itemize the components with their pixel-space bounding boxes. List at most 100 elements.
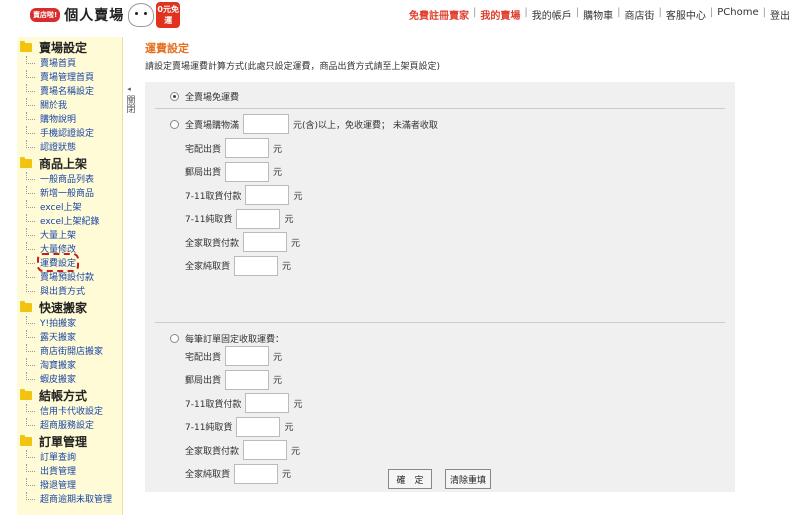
sidebar-item[interactable]: 出貨管理 (20, 463, 122, 477)
sidebar-item-label: 大量上架 (40, 230, 77, 241)
threshold-fee-input[interactable] (245, 185, 290, 205)
sidebar-item[interactable]: 一般商品列表 (20, 171, 122, 185)
sidebar-item-label: 賣場管理首頁 (40, 72, 95, 83)
nav-link[interactable]: 免費註冊賣家 (409, 7, 469, 22)
tree-branch-icon (26, 284, 35, 292)
sidebar-section-title[interactable]: 快速搬家 (20, 299, 122, 315)
tree-branch-icon (26, 242, 35, 250)
sidebar-item[interactable]: 賣場首頁 (20, 55, 122, 69)
fixed-fee-input[interactable] (245, 393, 290, 413)
option-free-shipping[interactable]: 全賣場免運費 (170, 90, 239, 103)
sidebar-item[interactable]: 賣場名稱設定 (20, 83, 122, 97)
fixed-fee-label: 7-11取貨付款 (185, 399, 242, 410)
nav-separator: | (575, 7, 580, 18)
sidebar-item[interactable]: 賣場預設付款 (20, 269, 122, 283)
tree-branch-icon (26, 358, 35, 366)
threshold-fee-label: 全家取貨付款 (185, 238, 240, 249)
threshold-fee-row: 7-11取貨付款 元 (185, 185, 302, 205)
radio-threshold[interactable] (170, 119, 179, 129)
threshold-prefix: 全賣場購物滿 (185, 120, 240, 131)
tree-branch-icon (26, 112, 35, 120)
sidebar-section-label: 賣場設定 (39, 40, 88, 55)
threshold-fee-input[interactable] (243, 232, 288, 252)
sidebar-section-title[interactable]: 訂單管理 (20, 433, 122, 449)
sidebar-item[interactable]: 大量修改 (20, 241, 122, 255)
option-fixed-fee[interactable]: 每筆訂單固定收取運費： (170, 332, 284, 345)
free-shipping-badge: 0元免運 (156, 2, 181, 28)
sidebar-item[interactable]: 超商服務設定 (20, 417, 122, 431)
unit-label: 元 (284, 423, 294, 433)
sidebar-item[interactable]: 超商逾期未取管理 (20, 491, 122, 505)
sidebar-item[interactable]: 大量上架 (20, 227, 122, 241)
fixed-fee-input[interactable] (234, 463, 279, 484)
threshold-fee-input[interactable] (225, 161, 270, 182)
sidebar-item[interactable]: 購物說明 (20, 111, 122, 125)
sidebar-item-label: 認證狀態 (40, 142, 77, 153)
fixed-fee-input[interactable] (243, 440, 288, 460)
main-content: 運費設定 請設定賣場運費計算方式(此處只設定運費，商品出貨方式請至上架頁設定) … (145, 40, 735, 492)
unit-label: 元 (282, 262, 292, 272)
sidebar-item-label: 運費設定 (36, 252, 80, 272)
sidebar-item-label: 與出貨方式 (40, 286, 86, 297)
sidebar-item-label: 信用卡代收設定 (40, 406, 104, 417)
sidebar-item[interactable]: 與出貨方式 (20, 283, 122, 297)
folder-icon (20, 434, 32, 446)
radio-free-shipping[interactable] (170, 92, 179, 101)
sidebar-item[interactable]: 新增一般商品 (20, 185, 122, 199)
sidebar-item-label: 賣場名稱設定 (40, 86, 95, 97)
sidebar-item[interactable]: 商店街開店搬家 (20, 343, 122, 357)
nav-link[interactable]: 登出 (770, 7, 790, 22)
tree-branch-icon (26, 344, 35, 352)
sidebar-item[interactable]: 手機認證設定 (20, 125, 122, 139)
threshold-fee-row: 7-11純取貨 元 (185, 208, 294, 229)
sidebar-item[interactable]: 淘寶搬家 (20, 357, 122, 371)
sidebar-item[interactable]: 運費設定 (20, 252, 122, 272)
sidebar-item[interactable]: 關於我 (20, 97, 122, 111)
reset-button[interactable]: 清除重填 (445, 469, 491, 489)
sidebar-collapse-toggle[interactable]: ◂ 關閉 (123, 84, 135, 113)
sidebar-section-title[interactable]: 賣場設定 (20, 39, 122, 55)
sidebar-section-title[interactable]: 商品上架 (20, 155, 122, 171)
sidebar-item-label: 購物說明 (40, 114, 77, 125)
nav-link[interactable]: 商店街 (625, 7, 655, 22)
folder-icon (20, 40, 32, 52)
unit-label: 元 (293, 399, 303, 410)
radio-fixed-fee[interactable] (170, 334, 179, 343)
nav-link[interactable]: 我的賣場 (480, 7, 520, 22)
option-threshold[interactable]: 全賣場購物滿 元(含)以上，免收運費； 未滿者收取 (170, 114, 438, 134)
sidebar-item[interactable]: 賣場管理首頁 (20, 69, 122, 83)
tree-branch-icon (26, 270, 35, 278)
sidebar-item[interactable]: excel上架 (20, 199, 122, 213)
tree-branch-icon (26, 330, 35, 338)
sidebar-item[interactable]: excel上架紀錄 (20, 213, 122, 227)
threshold-fee-row: 全家純取貨 元 (185, 255, 292, 276)
fixed-fee-input[interactable] (236, 416, 281, 437)
nav-separator: | (762, 7, 766, 18)
sidebar-item-label: 超商逾期未取管理 (40, 494, 113, 505)
threshold-amount-input[interactable] (243, 114, 290, 134)
sidebar-item[interactable]: 露天搬家 (20, 329, 122, 343)
nav-link[interactable]: 購物車 (583, 7, 613, 22)
sidebar-item[interactable]: 信用卡代收設定 (20, 403, 122, 417)
nav-link[interactable]: 客服中心 (666, 7, 706, 22)
sidebar-item[interactable]: 蝦皮搬家 (20, 371, 122, 385)
sidebar-section-title[interactable]: 結帳方式 (20, 387, 122, 403)
sidebar-item[interactable]: 撥退管理 (20, 477, 122, 491)
logo[interactable]: 賣店啦! 個人賣場 0元免運 (30, 2, 181, 28)
threshold-fee-input[interactable] (234, 255, 279, 276)
sidebar-item[interactable]: 訂單查詢 (20, 449, 122, 463)
threshold-fee-input[interactable] (225, 138, 270, 158)
sidebar-item[interactable]: Y!拍搬家 (20, 315, 122, 329)
fixed-fee-input[interactable] (225, 346, 270, 366)
confirm-button[interactable]: 確 定 (388, 469, 432, 489)
sidebar-item-label: 新增一般商品 (40, 188, 95, 199)
sidebar-item[interactable]: 認證狀態 (20, 139, 122, 153)
sidebar-section-label: 快速搬家 (39, 300, 88, 315)
threshold-fee-input[interactable] (236, 208, 281, 229)
nav-link[interactable]: 我的帳戶 (532, 7, 572, 22)
unit-label: 元 (284, 215, 294, 225)
nav-link[interactable]: PChome (717, 7, 758, 22)
fixed-fee-input[interactable] (225, 369, 270, 390)
folder-icon (20, 300, 32, 312)
unit-label: 元 (273, 144, 283, 155)
